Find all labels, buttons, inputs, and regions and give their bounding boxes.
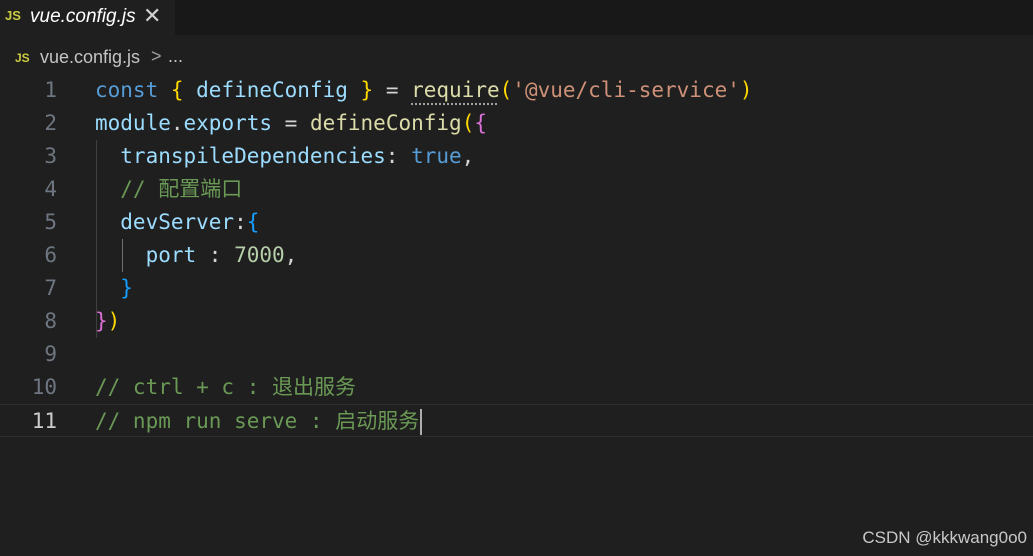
code-line[interactable]: 11 // npm run serve : 启动服务 <box>0 404 1033 437</box>
tab-bar: JS vue.config.js ✕ <box>0 0 1033 35</box>
code-token: : <box>385 144 412 168</box>
code-token: { <box>474 111 487 135</box>
code-token: devServer <box>95 210 235 234</box>
line-number: 7 <box>44 276 57 300</box>
line-number: 8 <box>44 309 57 333</box>
code-line[interactable]: 10 // ctrl + c : 退出服务 <box>0 371 1033 404</box>
code-token: : <box>196 243 235 267</box>
line-number: 6 <box>44 243 57 267</box>
code-token: , <box>284 243 298 267</box>
line-number: 1 <box>44 78 57 102</box>
code-token: ) <box>107 309 121 333</box>
line-number: 4 <box>44 177 57 201</box>
code-text: port : 7000, <box>95 239 298 272</box>
code-editor[interactable]: 1 const { defineConfig } = require('@vue/… <box>0 74 1033 494</box>
code-token: port <box>95 243 197 267</box>
code-text: // npm run serve : 启动服务 <box>95 405 423 438</box>
js-file-icon: JS <box>5 8 21 23</box>
breadcrumb: JS vue.config.js > ... <box>0 42 1033 74</box>
code-text: // ctrl + c : 退出服务 <box>95 371 356 404</box>
code-text: }) <box>95 305 120 338</box>
code-token: ( <box>461 111 475 135</box>
tab-title: vue.config.js <box>30 6 136 27</box>
code-line[interactable]: 9 <box>0 338 1033 371</box>
text-cursor <box>420 409 423 435</box>
code-token: . <box>170 111 184 135</box>
code-line[interactable]: 3 transpileDependencies: true, <box>0 140 1033 173</box>
js-file-icon: JS <box>15 51 30 65</box>
code-token: defineConfig <box>196 78 361 102</box>
code-token: const <box>95 78 171 102</box>
code-text: } <box>95 272 133 305</box>
line-number: 10 <box>31 375 57 399</box>
code-token: 7000 <box>234 243 285 267</box>
code-text: module.exports = defineConfig({ <box>95 107 487 140</box>
code-token: } <box>120 276 133 300</box>
breadcrumb-more[interactable]: ... <box>168 46 183 67</box>
code-text: // 配置端口 <box>95 173 242 206</box>
line-number: 3 <box>44 144 57 168</box>
code-token: } <box>360 78 386 102</box>
code-token: : <box>234 210 247 234</box>
code-token: require <box>411 78 500 102</box>
code-token: // npm run serve : 启动服务 <box>95 409 420 433</box>
code-token: ( <box>499 78 513 102</box>
line-number: 2 <box>44 111 57 135</box>
code-token: ) <box>739 78 753 102</box>
code-line[interactable]: 1 const { defineConfig } = require('@vue/… <box>0 74 1033 107</box>
code-token: } <box>95 309 108 333</box>
code-token: // 配置端口 <box>95 177 243 201</box>
code-text: const { defineConfig } = require('@vue/c… <box>95 74 753 107</box>
code-text: transpileDependencies: true, <box>95 140 474 173</box>
code-text: devServer:{ <box>95 206 259 239</box>
code-line[interactable]: 5 devServer:{ <box>0 206 1033 239</box>
code-token: // ctrl + c : 退出服务 <box>95 375 357 399</box>
line-number: 9 <box>44 342 57 366</box>
line-number: 5 <box>44 210 57 234</box>
close-icon[interactable]: ✕ <box>143 4 161 28</box>
code-token: '@vue/cli-service' <box>512 78 740 102</box>
code-line[interactable]: 6 port : 7000, <box>0 239 1033 272</box>
code-token: = <box>385 78 412 102</box>
watermark: CSDN @kkkwang0o0 <box>862 528 1027 547</box>
code-token: defineConfig <box>309 111 462 135</box>
line-number: 11 <box>31 409 57 433</box>
code-line[interactable]: 8}) <box>0 305 1033 338</box>
code-token: { <box>246 210 260 234</box>
code-token: exports <box>183 111 273 135</box>
code-token: = <box>272 111 310 135</box>
code-token: module <box>95 111 171 135</box>
chevron-right-icon: > <box>151 46 162 66</box>
code-line[interactable]: 2 module.exports = defineConfig({ <box>0 107 1033 140</box>
code-token: transpileDependencies <box>95 144 386 168</box>
tab-vue-config[interactable]: JS vue.config.js ✕ <box>0 0 175 35</box>
code-line[interactable]: 4 // 配置端口 <box>0 173 1033 206</box>
code-token: { <box>170 78 197 102</box>
breadcrumb-file[interactable]: vue.config.js <box>40 47 140 68</box>
code-token: true <box>411 144 462 168</box>
code-token: , <box>461 144 475 168</box>
code-line[interactable]: 7 } <box>0 272 1033 305</box>
